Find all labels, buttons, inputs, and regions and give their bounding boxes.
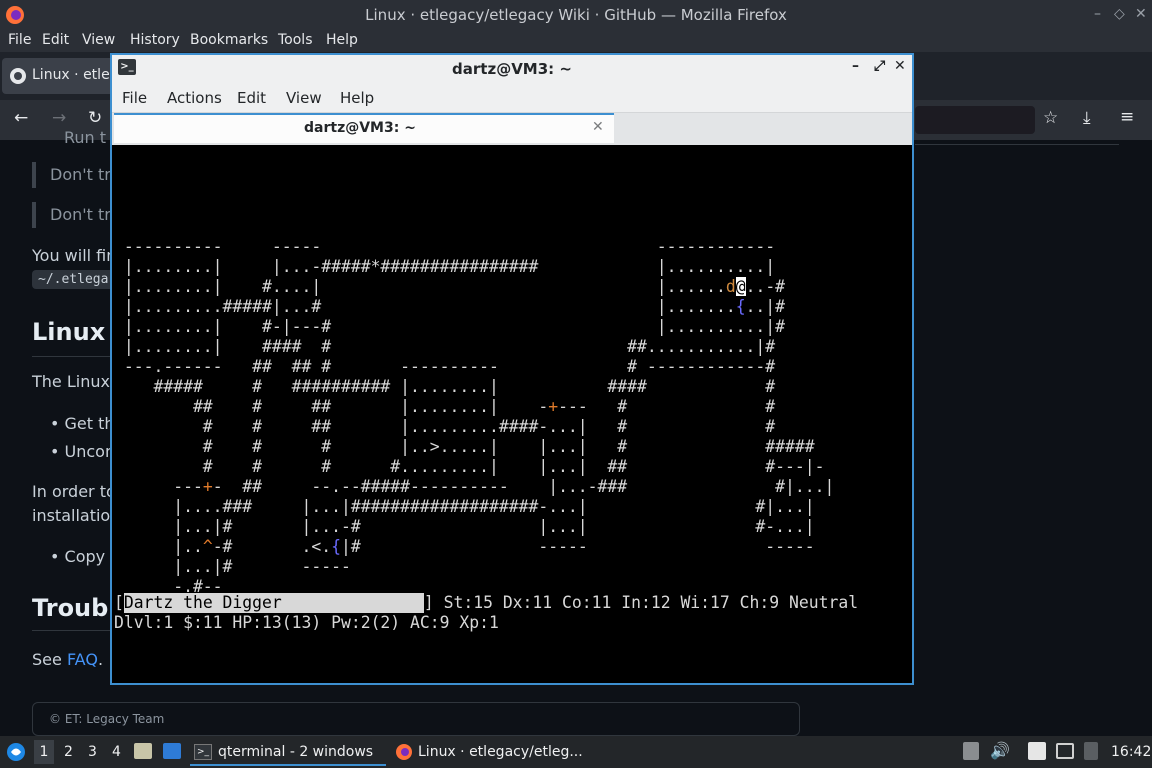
notes-icon[interactable] xyxy=(1028,742,1046,760)
firefox-titlebar: Linux · etlegacy/etlegacy Wiki · GitHub … xyxy=(0,0,1152,30)
menu-edit[interactable]: Edit xyxy=(42,32,69,48)
bookmark-star-icon[interactable]: ☆ xyxy=(1043,108,1058,128)
page-footer: © ET: Legacy Team xyxy=(32,702,800,736)
workspace-2[interactable]: 2 xyxy=(64,744,73,760)
menu-bookmarks[interactable]: Bookmarks xyxy=(190,32,268,48)
terminal-menubar: File Actions Edit View Help xyxy=(112,83,912,113)
task-qterminal-label: qterminal - 2 windows xyxy=(218,744,374,760)
terminal-menu-edit[interactable]: Edit xyxy=(237,89,266,107)
qterminal-icon: >_ xyxy=(194,744,212,760)
forward-icon[interactable]: → xyxy=(52,108,66,128)
nethack-map: ---------- ----- ------------ |........|… xyxy=(123,237,835,616)
menu-file[interactable]: File xyxy=(8,32,31,48)
workspace-4[interactable]: 4 xyxy=(112,744,121,760)
volume-icon[interactable]: 🔊 xyxy=(990,741,1010,760)
heading-rule-2 xyxy=(32,630,112,631)
terminal-tab[interactable]: dartz@VM3: ~ ✕ xyxy=(114,113,614,143)
hamburger-menu-icon[interactable]: ≡ xyxy=(1120,107,1134,127)
terminal-tab-close-icon[interactable]: ✕ xyxy=(592,119,604,135)
task-qterminal[interactable]: >_ qterminal - 2 windows xyxy=(190,738,386,766)
terminal-maximize-icon[interactable]: ⤢ xyxy=(874,58,885,74)
terminal-menu-file[interactable]: File xyxy=(122,89,147,107)
taskbar: 1 2 3 4 >_ qterminal - 2 windows Linux ·… xyxy=(0,736,1152,768)
clock[interactable]: 16:42 xyxy=(1111,744,1151,760)
firefox-menubar: File Edit View History Bookmarks Tools H… xyxy=(0,30,1152,52)
workspace-1[interactable]: 1 xyxy=(34,740,54,764)
github-icon xyxy=(10,68,26,84)
workspace-3[interactable]: 3 xyxy=(88,744,97,760)
heading-rule xyxy=(32,356,112,357)
start-menu-icon[interactable] xyxy=(6,742,26,762)
tab-label: Linux · etle xyxy=(32,67,110,83)
terminal-screen[interactable]: ---------- ----- ------------ |........|… xyxy=(114,147,910,683)
minimize-icon[interactable]: – xyxy=(1094,6,1101,22)
terminal-minimize-icon[interactable]: – xyxy=(852,58,859,74)
menu-tools[interactable]: Tools xyxy=(278,32,313,48)
menu-help[interactable]: Help xyxy=(326,32,358,48)
terminal-tab-title: dartz@VM3: ~ xyxy=(304,120,416,136)
terminal-titlebar: >_ dartz@VM3: ~ – ⤢ ✕ xyxy=(112,55,912,83)
task-firefox[interactable]: Linux · etlegacy/etleg... xyxy=(392,738,592,766)
status-line-1: [Dartz the Digger] St:15 Dx:11 Co:11 In:… xyxy=(114,593,859,613)
reload-icon[interactable]: ↻ xyxy=(88,108,102,128)
blockquote-1: Don't try xyxy=(32,162,120,188)
divider xyxy=(915,144,1119,145)
terminal-window[interactable]: >_ dartz@VM3: ~ – ⤢ ✕ File Actions Edit … xyxy=(110,53,914,685)
faq-link[interactable]: FAQ xyxy=(67,650,98,669)
url-bar[interactable] xyxy=(915,106,1035,134)
window-title: Linux · etlegacy/etlegacy Wiki · GitHub … xyxy=(365,6,787,24)
battery-icon[interactable] xyxy=(1084,742,1098,760)
terminal-title: dartz@VM3: ~ xyxy=(452,60,572,78)
menu-history[interactable]: History xyxy=(130,32,180,48)
display-icon[interactable] xyxy=(1056,743,1074,759)
terminal-menu-help[interactable]: Help xyxy=(340,89,374,107)
desktop-icon[interactable] xyxy=(163,743,181,759)
terminal-close-icon[interactable]: ✕ xyxy=(894,58,906,74)
code-snippet: ~/.etlega xyxy=(32,270,115,289)
blockquote-2: Don't try xyxy=(32,202,120,228)
back-icon[interactable]: ← xyxy=(14,108,28,128)
clipboard-icon[interactable] xyxy=(963,742,979,760)
player-name: Dartz the Digger xyxy=(123,593,424,613)
tab-linux-wiki[interactable]: Linux · etle xyxy=(2,58,114,94)
file-manager-icon[interactable] xyxy=(134,743,152,759)
see-faq-text: See FAQ. xyxy=(32,650,104,669)
close-icon[interactable]: ✕ xyxy=(1135,6,1147,22)
footer-text: © ET: Legacy Team xyxy=(49,712,165,726)
task-firefox-label: Linux · etlegacy/etleg... xyxy=(418,744,583,760)
terminal-menu-actions[interactable]: Actions xyxy=(167,89,222,107)
paragraph-3a: In order to xyxy=(32,482,116,501)
firefox-task-icon xyxy=(396,744,412,760)
maximize-icon[interactable]: ◇ xyxy=(1114,6,1125,22)
bullet-3: • Copy t xyxy=(50,547,117,566)
menu-view[interactable]: View xyxy=(82,32,115,48)
partial-text: Run t xyxy=(64,128,107,147)
download-icon[interactable]: ⤓ xyxy=(1083,108,1091,128)
status-attributes: ] St:15 Dx:11 Co:11 In:12 Wi:17 Ch:9 Neu… xyxy=(423,593,859,612)
status-line-2: Dlvl:1 $:11 HP:13(13) Pw:2(2) AC:9 Xp:1 xyxy=(114,613,499,632)
terminal-menu-view[interactable]: View xyxy=(286,89,322,107)
